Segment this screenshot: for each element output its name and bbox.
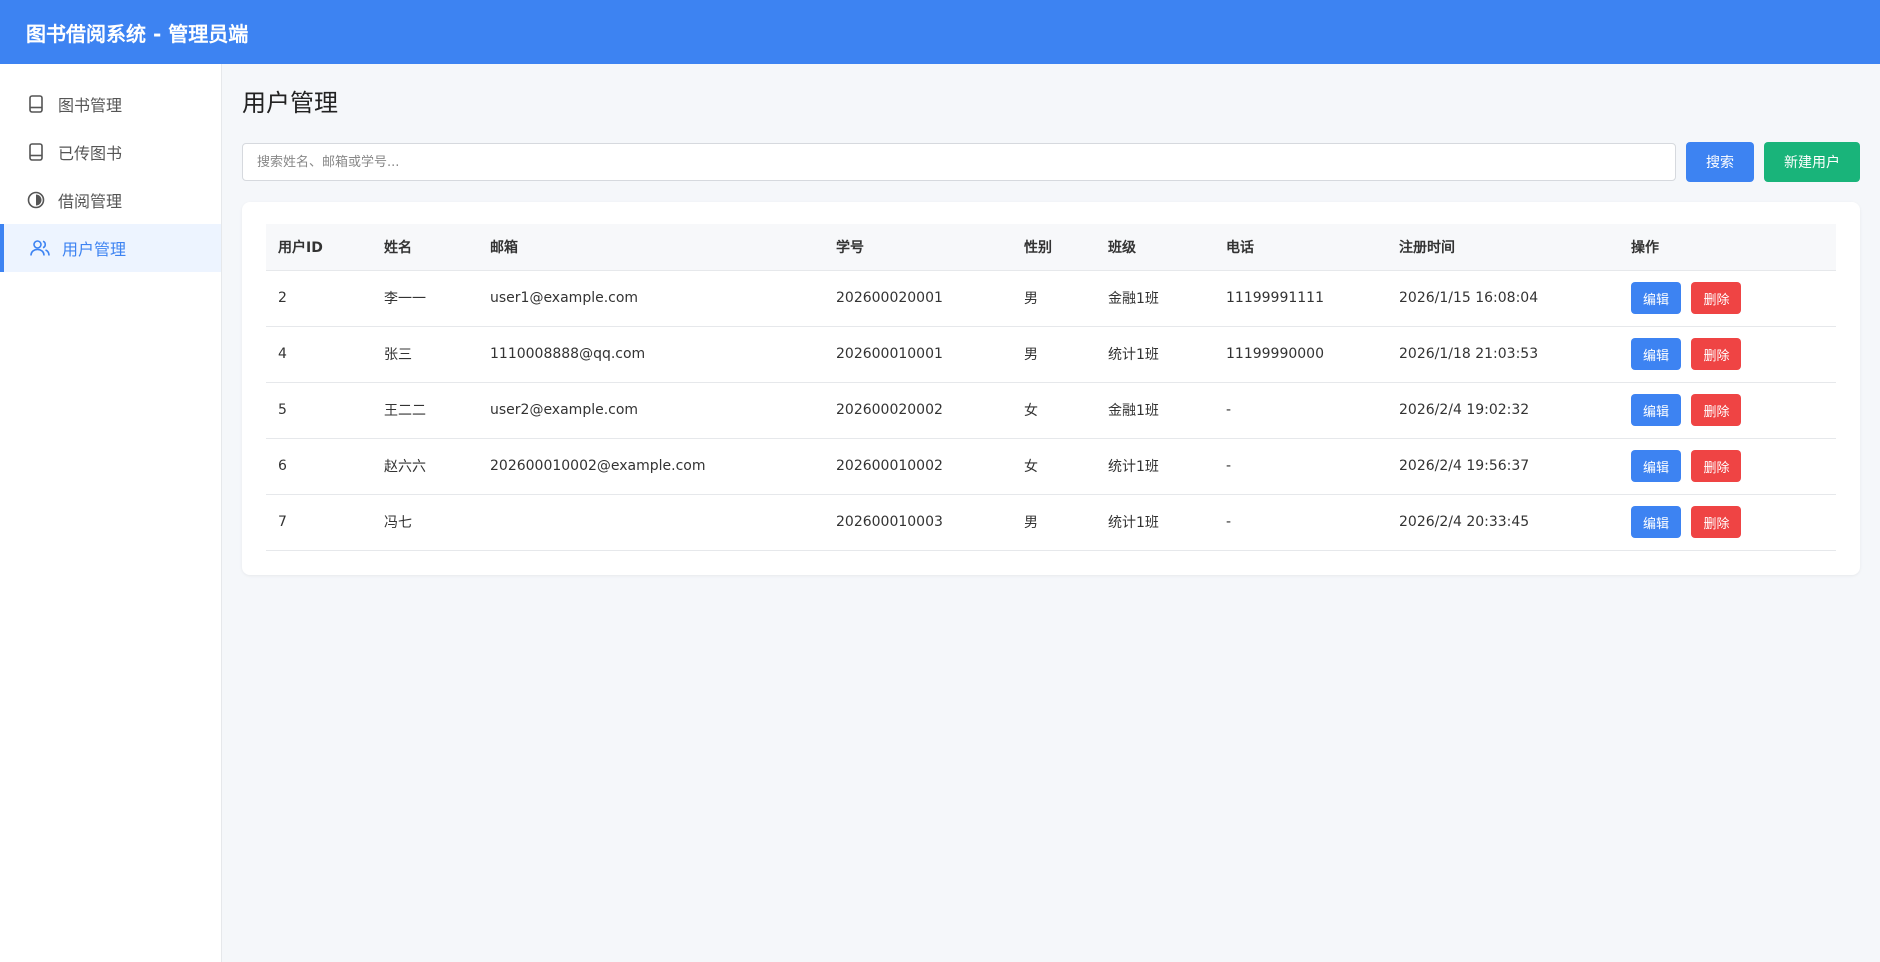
cell-registered: 2026/1/15 16:08:04 [1387, 270, 1619, 327]
cell-user-id: 4 [266, 326, 372, 383]
table-header-row: 用户ID 姓名 邮箱 学号 性别 班级 电话 注册时间 操作 [266, 224, 1836, 271]
cell-phone: - [1214, 382, 1387, 439]
cell-email: user2@example.com [478, 382, 824, 439]
sidebar-item-label: 用户管理 [62, 240, 127, 259]
column-header-registered: 注册时间 [1387, 224, 1619, 271]
circle-half-icon [26, 190, 46, 210]
app-header: 图书借阅系统 - 管理员端 [0, 0, 1880, 64]
column-header-phone: 电话 [1214, 224, 1387, 271]
cell-email: 202600010002@example.com [478, 438, 824, 495]
app-title: 图书借阅系统 - 管理员端 [26, 21, 249, 46]
delete-button[interactable]: 删除 [1691, 450, 1742, 482]
edit-button[interactable]: 编辑 [1631, 282, 1682, 314]
book-icon [26, 94, 46, 114]
sidebar-item-label: 已传图书 [58, 144, 123, 163]
cell-student-id: 202600010001 [824, 326, 1012, 383]
cell-gender: 女 [1012, 382, 1096, 439]
cell-name: 李一一 [372, 270, 478, 327]
delete-button[interactable]: 删除 [1691, 506, 1742, 538]
column-header-email: 邮箱 [478, 224, 824, 271]
cell-class: 统计1班 [1096, 438, 1214, 495]
cell-actions: 编辑 删除 [1619, 438, 1836, 495]
cell-gender: 男 [1012, 270, 1096, 327]
sidebar-item-label: 借阅管理 [58, 192, 123, 211]
cell-phone: 11199990000 [1214, 326, 1387, 383]
cell-student-id: 202600010003 [824, 494, 1012, 551]
delete-button[interactable]: 删除 [1691, 282, 1742, 314]
edit-button[interactable]: 编辑 [1631, 450, 1682, 482]
cell-actions: 编辑 删除 [1619, 494, 1836, 551]
cell-actions: 编辑 删除 [1619, 382, 1836, 439]
cell-gender: 男 [1012, 494, 1096, 551]
user-table: 用户ID 姓名 邮箱 学号 性别 班级 电话 注册时间 操作 2 李一一 use… [266, 224, 1836, 551]
table-row: 4 张三 1110008888@qq.com 202600010001 男 统计… [266, 326, 1836, 383]
cell-class: 统计1班 [1096, 326, 1214, 383]
cell-user-id: 5 [266, 382, 372, 439]
table-row: 2 李一一 user1@example.com 202600020001 男 金… [266, 270, 1836, 327]
cell-phone: 11199991111 [1214, 270, 1387, 327]
edit-button[interactable]: 编辑 [1631, 506, 1682, 538]
cell-phone: - [1214, 494, 1387, 551]
cell-user-id: 2 [266, 270, 372, 327]
table-row: 7 冯七 202600010003 男 统计1班 - 2026/2/4 20:3… [266, 494, 1836, 551]
table-row: 5 王二二 user2@example.com 202600020002 女 金… [266, 382, 1836, 439]
cell-student-id: 202600020002 [824, 382, 1012, 439]
column-header-gender: 性别 [1012, 224, 1096, 271]
cell-name: 张三 [372, 326, 478, 383]
cell-name: 赵六六 [372, 438, 478, 495]
new-user-button[interactable]: 新建用户 [1764, 142, 1860, 182]
column-header-student-id: 学号 [824, 224, 1012, 271]
page-title: 用户管理 [242, 89, 338, 117]
cell-email: 1110008888@qq.com [478, 326, 824, 383]
cell-registered: 2026/2/4 19:56:37 [1387, 438, 1619, 495]
cell-registered: 2026/2/4 20:33:45 [1387, 494, 1619, 551]
cell-gender: 女 [1012, 438, 1096, 495]
cell-class: 金融1班 [1096, 382, 1214, 439]
cell-registered: 2026/1/18 21:03:53 [1387, 326, 1619, 383]
cell-actions: 编辑 删除 [1619, 270, 1836, 327]
column-header-class: 班级 [1096, 224, 1214, 271]
column-header-user-id: 用户ID [266, 224, 372, 271]
main-content: 用户管理 搜索 新建用户 用户ID 姓名 邮箱 [222, 64, 1880, 962]
sidebar-item-borrow-management[interactable]: 借阅管理 [0, 176, 221, 224]
delete-button[interactable]: 删除 [1691, 338, 1742, 370]
user-table-card: 用户ID 姓名 邮箱 学号 性别 班级 电话 注册时间 操作 2 李一一 use… [242, 202, 1860, 575]
search-bar: 搜索 新建用户 [242, 142, 1860, 182]
cell-actions: 编辑 删除 [1619, 326, 1836, 383]
sidebar: 图书管理 已传图书 借阅管理 用户管理 [0, 64, 222, 962]
column-header-actions: 操作 [1619, 224, 1836, 271]
sidebar-item-user-management[interactable]: 用户管理 [0, 224, 221, 272]
table-row: 6 赵六六 202600010002@example.com 202600010… [266, 438, 1836, 495]
users-icon [30, 238, 50, 258]
column-header-name: 姓名 [372, 224, 478, 271]
cell-class: 统计1班 [1096, 494, 1214, 551]
cell-name: 王二二 [372, 382, 478, 439]
sidebar-item-book-management[interactable]: 图书管理 [0, 80, 221, 128]
book-icon [26, 142, 46, 162]
cell-email [478, 494, 824, 551]
cell-phone: - [1214, 438, 1387, 495]
edit-button[interactable]: 编辑 [1631, 394, 1682, 426]
delete-button[interactable]: 删除 [1691, 394, 1742, 426]
cell-gender: 男 [1012, 326, 1096, 383]
sidebar-item-uploaded-books[interactable]: 已传图书 [0, 128, 221, 176]
cell-class: 金融1班 [1096, 270, 1214, 327]
sidebar-item-label: 图书管理 [58, 96, 123, 115]
cell-student-id: 202600020001 [824, 270, 1012, 327]
search-input[interactable] [242, 143, 1676, 181]
search-button[interactable]: 搜索 [1686, 142, 1754, 182]
cell-email: user1@example.com [478, 270, 824, 327]
cell-student-id: 202600010002 [824, 438, 1012, 495]
cell-registered: 2026/2/4 19:02:32 [1387, 382, 1619, 439]
edit-button[interactable]: 编辑 [1631, 338, 1682, 370]
cell-name: 冯七 [372, 494, 478, 551]
cell-user-id: 7 [266, 494, 372, 551]
cell-user-id: 6 [266, 438, 372, 495]
